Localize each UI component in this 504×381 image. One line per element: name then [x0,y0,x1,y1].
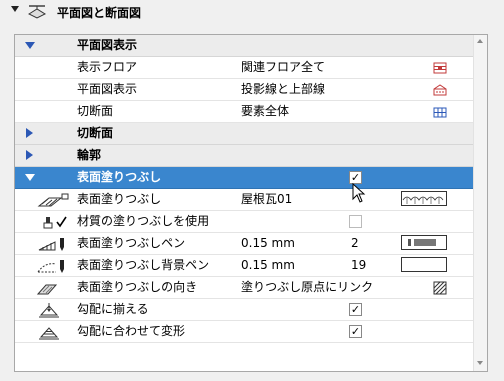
use-material-fill-checkbox[interactable] [349,215,362,228]
panel-title: 平面図と断面図 [57,6,142,20]
row-value[interactable]: 塗りつぶし原点にリンク [241,277,373,298]
stories-icon[interactable] [432,60,448,76]
row-value[interactable]: 関連フロア全て [241,57,325,78]
row-label: 勾配に揃える [77,302,149,316]
group-outlines[interactable]: 輪郭 [15,145,473,167]
fill-pen-icon [38,238,64,251]
align-with-slope-checkbox[interactable]: ✓ [349,303,362,316]
align-with-slope-icon [39,303,59,318]
row-value[interactable]: 0.15 mm [241,233,295,254]
row-value[interactable]: 投影線と上部線 [241,79,325,100]
background-pen-swatch[interactable] [401,257,447,272]
cover-fill-pattern-icon [37,193,69,207]
row-label: 表示フロア [77,60,138,74]
panel-header[interactable]: 平面図と断面図 [0,0,504,24]
row-cover-fill-type[interactable]: 表面塗りつぶし 屋根瓦01 [15,189,473,211]
row-label: 材質の塗りつぶしを使用 [77,214,210,228]
row-show-on-stories[interactable]: 表示フロア 関連フロア全て [15,57,473,79]
row-label: 平面図表示 [77,38,138,52]
floor-plan-section-icon [27,5,47,19]
group-cut-surfaces[interactable]: 切断面 [15,123,473,145]
fill-pattern-swatch[interactable] [401,191,447,206]
row-label: 切断面 [77,126,114,140]
row-cover-fill-pen[interactable]: 表面塗りつぶしペン 0.15 mm 2 [15,233,473,255]
expanded-triangle-icon[interactable] [25,174,35,181]
entire-element-icon[interactable] [432,104,448,120]
row-use-material-fill[interactable]: 材質の塗りつぶしを使用 [15,211,473,233]
row-label: 輪郭 [77,148,102,162]
collapse-arrow-icon[interactable] [11,6,19,12]
row-value[interactable]: 屋根瓦01 [241,189,292,210]
pen-color-swatch[interactable] [401,235,447,250]
pen-number[interactable]: 19 [351,255,366,276]
row-align-with-slope[interactable]: 勾配に揃える ✓ [15,299,473,321]
group-cover-fills[interactable]: 表面塗りつぶし ✓ [15,167,473,189]
fill-orientation-icon [36,284,58,295]
row-cover-fill-orientation[interactable]: 表面塗りつぶしの向き 塗りつぶし原点にリンク [15,277,473,299]
distort-with-slope-icon [39,327,59,340]
row-distort-with-slope[interactable]: 勾配に合わせて変形 ✓ [15,321,473,343]
background-pen-icon [37,260,64,273]
mouse-cursor-icon [352,183,366,203]
row-label: 勾配に合わせて変形 [77,324,186,338]
row-value[interactable]: 要素全体 [241,101,289,122]
settings-panel: 平面図表示 表示フロア 関連フロア全て 平面図表示 投影線と上部線 切断面 要素… [14,34,488,372]
distort-with-slope-checkbox[interactable]: ✓ [349,325,362,338]
expanded-triangle-icon[interactable] [25,42,35,49]
vertical-scrollbar[interactable] [473,35,487,371]
row-label: 切断面 [77,104,114,118]
row-label: 表面塗りつぶし [77,192,162,206]
group-floor-plan-display[interactable]: 平面図表示 [15,35,473,57]
row-value[interactable]: 0.15 mm [241,255,295,276]
scroll-down-arrow-icon[interactable] [477,361,483,365]
collapsed-triangle-icon[interactable] [26,150,33,160]
row-show-projection[interactable]: 切断面 要素全体 [15,101,473,123]
pen-number[interactable]: 2 [351,233,359,254]
projected-overhead-icon[interactable] [432,82,448,98]
row-label: 表面塗りつぶし [77,170,162,184]
row-cover-fill-background-pen[interactable]: 表面塗りつぶし背景ペン 0.15 mm 19 [15,255,473,277]
row-label: 表面塗りつぶしペン [77,236,186,250]
row-label: 表面塗りつぶし背景ペン [77,258,210,272]
row-label: 平面図表示 [77,82,138,96]
material-fill-check-icon [43,216,67,229]
scroll-up-arrow-icon[interactable] [477,39,483,43]
collapsed-triangle-icon[interactable] [26,128,33,138]
row-floor-plan-display[interactable]: 平面図表示 投影線と上部線 [15,79,473,101]
row-label: 表面塗りつぶしの向き [77,280,198,294]
fill-origin-link-icon[interactable] [432,280,448,296]
